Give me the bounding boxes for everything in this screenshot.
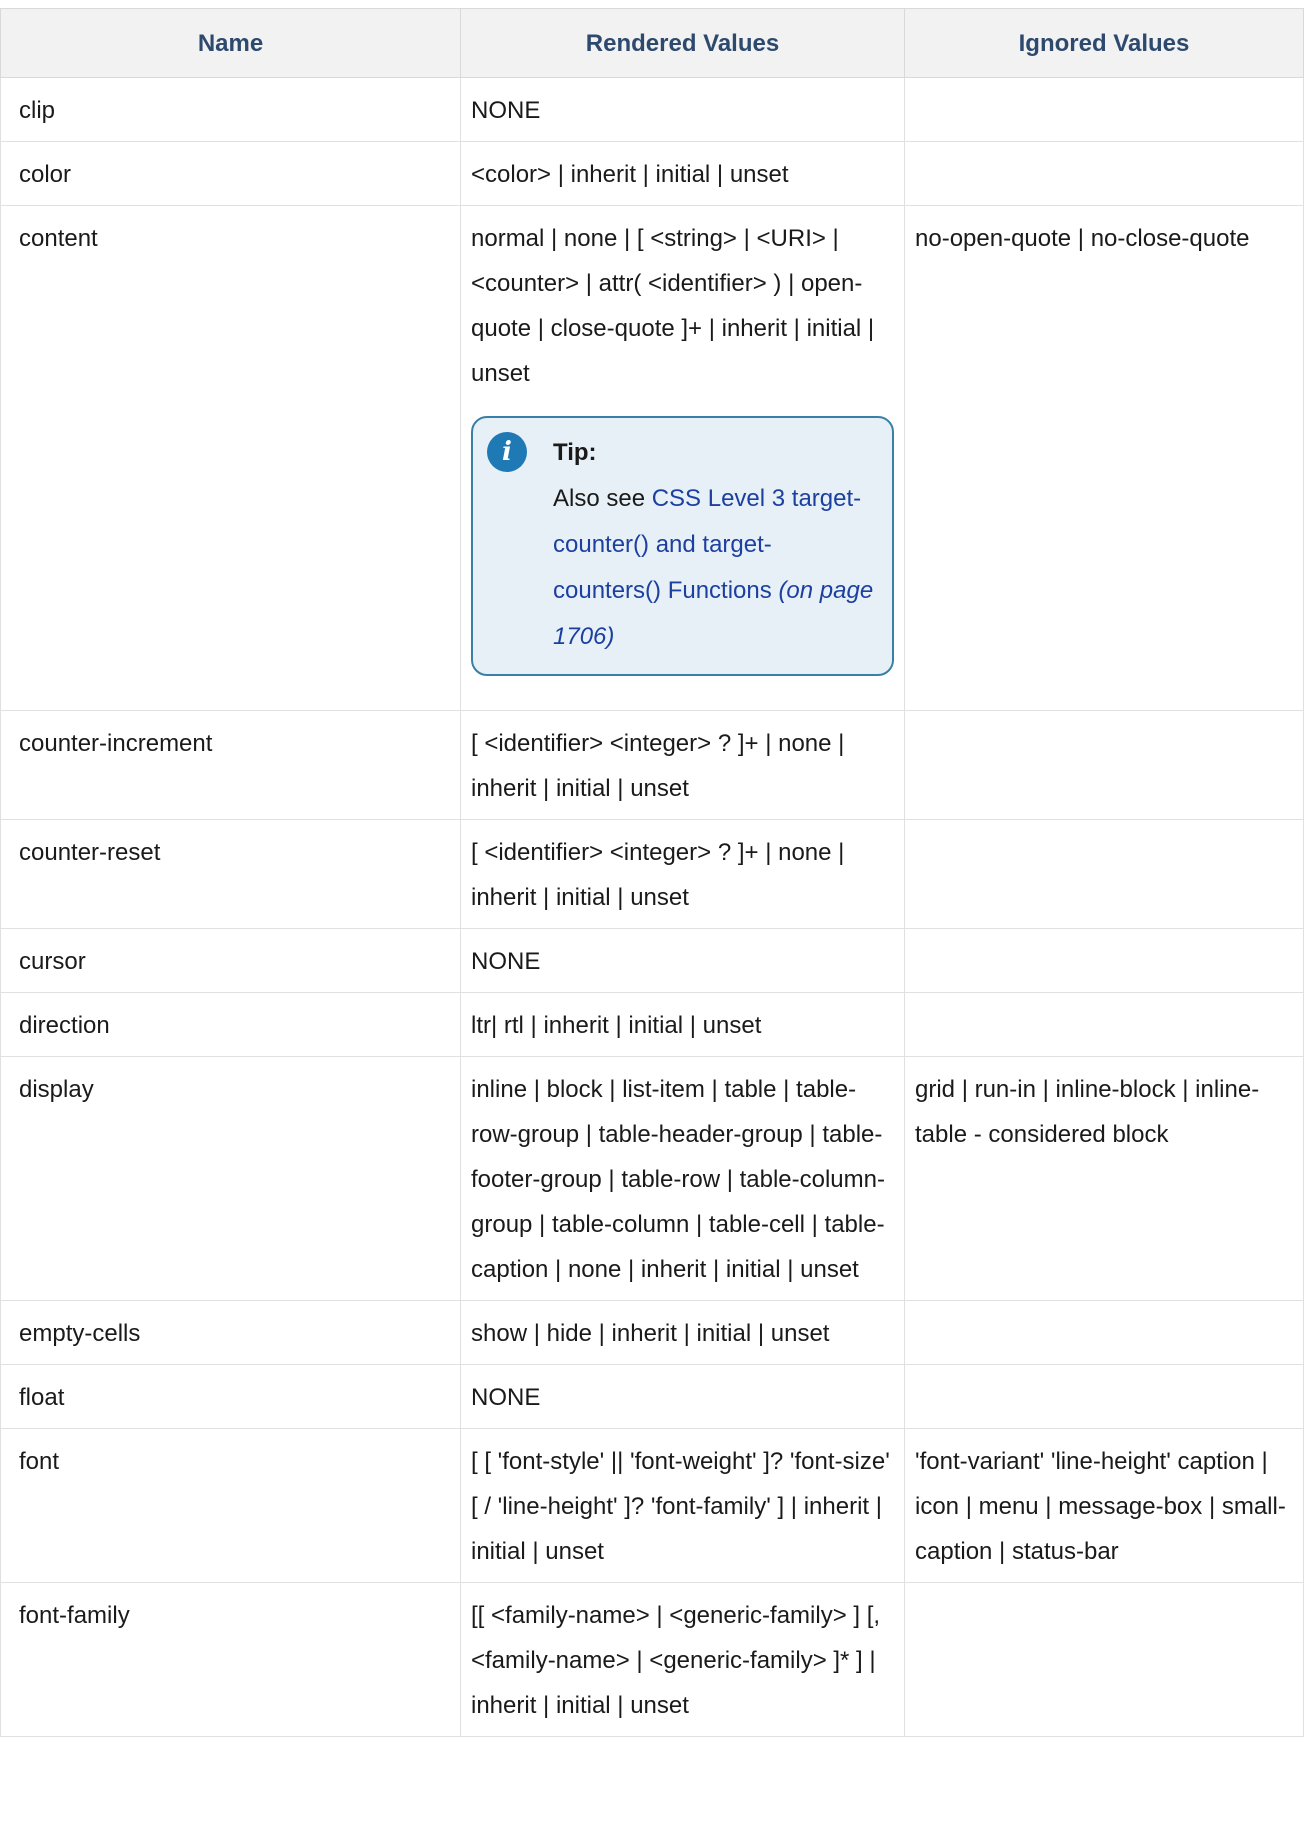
table-row: display inline | block | list-item | tab… — [0, 1056, 1304, 1301]
table-header-row: Name Rendered Values Ignored Values — [0, 8, 1304, 78]
rendered-values: [ [ 'font-style' || 'font-weight' ]? 'fo… — [460, 1428, 905, 1583]
column-header-name: Name — [0, 8, 461, 78]
table-row: empty-cells show | hide | inherit | init… — [0, 1300, 1304, 1365]
tip-text: Also see — [553, 485, 652, 512]
ignored-values — [904, 1582, 1304, 1737]
ignored-values — [904, 992, 1304, 1057]
ignored-values: grid | run-in | inline-block | inline-ta… — [904, 1056, 1304, 1301]
table-row: font [ [ 'font-style' || 'font-weight' ]… — [0, 1428, 1304, 1583]
table-row: cursor NONE — [0, 928, 1304, 993]
rendered-values: NONE — [460, 928, 905, 993]
table-row: clip NONE — [0, 77, 1304, 142]
rendered-values-cell: normal | none | [ <string> | <URI> | <co… — [460, 205, 905, 711]
ignored-values: 'font-variant' 'line-height' caption | i… — [904, 1428, 1304, 1583]
rendered-values: NONE — [460, 1364, 905, 1429]
ignored-values — [904, 1364, 1304, 1429]
table-row: font-family [[ <family-name> | <generic-… — [0, 1582, 1304, 1737]
property-name: clip — [0, 77, 461, 142]
ignored-values — [904, 710, 1304, 820]
property-name: counter-increment — [0, 710, 461, 820]
property-name: counter-reset — [0, 819, 461, 929]
property-name: color — [0, 141, 461, 206]
rendered-values: [ <identifier> <integer> ? ]+ | none | i… — [460, 819, 905, 929]
rendered-values: [[ <family-name> | <generic-family> ] [,… — [460, 1582, 905, 1737]
column-header-ignored-values: Ignored Values — [904, 8, 1304, 78]
tip-label: Tip: — [553, 439, 597, 466]
ignored-values — [904, 1300, 1304, 1365]
property-name: empty-cells — [0, 1300, 461, 1365]
rendered-values: show | hide | inherit | initial | unset — [460, 1300, 905, 1365]
ignored-values — [904, 77, 1304, 142]
ignored-values — [904, 928, 1304, 993]
property-name: font-family — [0, 1582, 461, 1737]
table-row: counter-increment [ <identifier> <intege… — [0, 710, 1304, 820]
table-row: color <color> | inherit | initial | unse… — [0, 141, 1304, 206]
rendered-values: normal | none | [ <string> | <URI> | <co… — [471, 225, 875, 387]
ignored-values — [904, 141, 1304, 206]
rendered-values: <color> | inherit | initial | unset — [460, 141, 905, 206]
css-properties-table: Name Rendered Values Ignored Values clip… — [0, 8, 1304, 1737]
ignored-values — [904, 819, 1304, 929]
property-name: float — [0, 1364, 461, 1429]
property-name: display — [0, 1056, 461, 1301]
rendered-values: inline | block | list-item | table | tab… — [460, 1056, 905, 1301]
info-icon: i — [487, 432, 527, 472]
rendered-values: ltr| rtl | inherit | initial | unset — [460, 992, 905, 1057]
rendered-values: NONE — [460, 77, 905, 142]
table-row: float NONE — [0, 1364, 1304, 1429]
tip-box: i Tip: Also see CSS Level 3 target-count… — [471, 416, 894, 676]
ignored-values: no-open-quote | no-close-quote — [904, 205, 1304, 711]
column-header-rendered-values: Rendered Values — [460, 8, 905, 78]
property-name: cursor — [0, 928, 461, 993]
document-page: Name Rendered Values Ignored Values clip… — [0, 0, 1306, 1839]
property-name: content — [0, 205, 461, 711]
property-name: font — [0, 1428, 461, 1583]
property-name: direction — [0, 992, 461, 1057]
rendered-values: [ <identifier> <integer> ? ]+ | none | i… — [460, 710, 905, 820]
table-row: direction ltr| rtl | inherit | initial |… — [0, 992, 1304, 1057]
table-row: content normal | none | [ <string> | <UR… — [0, 205, 1304, 711]
table-row: counter-reset [ <identifier> <integer> ?… — [0, 819, 1304, 929]
